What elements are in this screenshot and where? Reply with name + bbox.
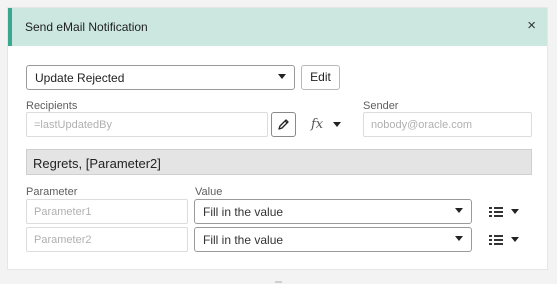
close-icon[interactable]: ×: [527, 17, 536, 35]
parameter-column-label: Parameter: [26, 186, 78, 198]
chevron-down-icon: [455, 236, 463, 241]
parameter2-value: Fill in the value: [203, 233, 284, 247]
chevron-down-icon: [278, 74, 286, 79]
value-column-label: Value: [195, 186, 223, 198]
sender-placeholder: nobody@oracle.com: [371, 119, 473, 131]
dialog-title: Send eMail Notification: [25, 20, 148, 34]
template-select[interactable]: Update Rejected: [26, 65, 295, 90]
backdrop: Send eMail Notification × Update Rejecte…: [0, 0, 557, 284]
parameter1-value: Fill in the value: [203, 205, 284, 219]
resize-handle[interactable]: [275, 281, 282, 283]
parameter1-value-select[interactable]: Fill in the value: [194, 199, 472, 224]
parameter1-field[interactable]: Parameter1: [26, 199, 188, 224]
list-menu-chevron-down-icon[interactable]: [511, 209, 519, 214]
list-menu-icon[interactable]: [489, 235, 503, 245]
subject-text: Regrets, [Parameter2]: [33, 156, 161, 171]
parameter2-field[interactable]: Parameter2: [26, 227, 188, 252]
parameter2-value-select[interactable]: Fill in the value: [194, 227, 472, 252]
sender-label: Sender: [363, 100, 399, 112]
pencil-icon: [278, 119, 289, 130]
parameter2-name: Parameter2: [34, 234, 92, 246]
recipients-input[interactable]: =lastUpdatedBy: [26, 112, 268, 137]
template-select-value: Update Rejected: [35, 71, 125, 85]
edit-recipients-button[interactable]: [271, 112, 296, 137]
list-menu-icon[interactable]: [489, 207, 503, 217]
fx-icon[interactable]: fx: [311, 117, 323, 132]
send-email-dialog: Send eMail Notification × Update Rejecte…: [7, 7, 548, 270]
sender-input[interactable]: nobody@oracle.com: [363, 112, 532, 137]
parameter1-name: Parameter1: [34, 206, 92, 218]
subject-bar[interactable]: Regrets, [Parameter2]: [26, 149, 532, 175]
edit-button[interactable]: Edit: [301, 65, 340, 90]
list-menu-chevron-down-icon[interactable]: [511, 237, 519, 242]
chevron-down-icon: [455, 208, 463, 213]
recipients-label: Recipients: [26, 100, 78, 112]
dialog-header: Send eMail Notification ×: [8, 8, 547, 46]
recipients-placeholder: =lastUpdatedBy: [34, 119, 112, 131]
fx-chevron-down-icon[interactable]: [333, 122, 341, 127]
